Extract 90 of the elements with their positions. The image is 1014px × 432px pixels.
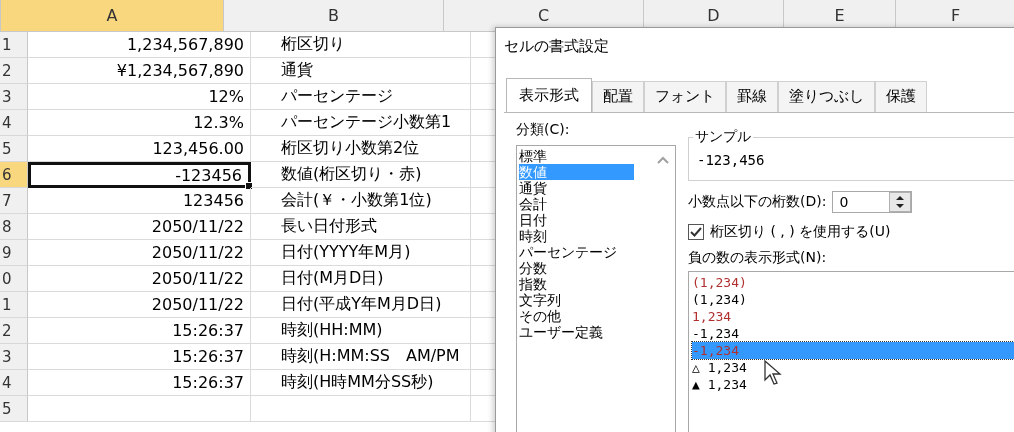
negative-format-text: (1,234) [692, 292, 747, 307]
row-header[interactable]: 4 [0, 370, 28, 396]
tab[interactable]: 罫線 [726, 81, 778, 112]
column-header[interactable]: A [1, 0, 224, 31]
category-item[interactable]: 通貨 [519, 180, 547, 196]
table-cell: 桁区切り小数第2位 [251, 136, 471, 162]
separator-checkbox-label[interactable]: 桁区切り ( , ) を使用する(U) [710, 223, 891, 241]
table-cell: -123456 [28, 162, 251, 188]
table-cell: 15:26:37 [28, 344, 251, 370]
negative-format-text: -1,234 [692, 343, 739, 358]
tab[interactable]: フォント [644, 81, 726, 112]
category-item[interactable]: 時刻 [519, 228, 547, 244]
table-cell: 2050/11/22 [28, 266, 251, 292]
row-header[interactable]: 1 [0, 292, 28, 318]
table-cell: 15:26:37 [28, 370, 251, 396]
negative-format-item[interactable]: (1,234) [692, 291, 1014, 308]
sample-label: サンプル [693, 128, 753, 146]
table-cell: 長い日付形式 [251, 214, 471, 240]
category-item[interactable]: ユーザー定義 [519, 324, 603, 340]
table-cell: 数値(桁区切り・赤) [251, 162, 471, 188]
table-cell: パーセンテージ小数第1 [251, 110, 471, 136]
category-item[interactable]: 指数 [519, 276, 547, 292]
table-cell: 会計(￥・小数第1位) [251, 188, 471, 214]
negative-format-item[interactable]: ▲ 1,234 [692, 376, 1014, 393]
table-cell: 時刻(HH:MM) [251, 318, 471, 344]
table-cell: 時刻(H:MM:SS AM/PM [251, 344, 471, 370]
mouse-cursor-icon [764, 360, 782, 386]
negative-format-item[interactable]: (1,234) [692, 274, 1014, 291]
table-cell: 123,456.00 [28, 136, 251, 162]
row-header[interactable]: 3 [0, 84, 28, 110]
table-cell: 桁区切り [251, 32, 471, 58]
table-cell: 2050/11/22 [28, 240, 251, 266]
table-cell: ¥1,234,567,890 [28, 58, 251, 84]
negative-format-text: △ 1,234 [692, 360, 747, 375]
category-item[interactable]: 文字列 [519, 292, 561, 308]
spinner-arrows-icon[interactable] [889, 192, 912, 212]
row-header[interactable]: 5 [0, 396, 28, 422]
row-header[interactable]: 9 [0, 240, 28, 266]
negative-format-text: (1,234) [692, 275, 747, 290]
decimals-spinner[interactable]: 0 [832, 191, 913, 213]
decimals-label: 小数点以下の桁数(D): [688, 193, 827, 211]
sample-value: -123,456 [697, 152, 766, 168]
category-list[interactable]: 標準 数値 通貨 会計 日付 時刻 パーセンテージ 分数 指数 文字列 その他 ユーザー定義 [516, 145, 676, 432]
row-header[interactable]: 6 [0, 162, 28, 188]
negative-format-item[interactable]: -1,234 [692, 325, 1014, 342]
dialog-title: セルの書式設定 [503, 36, 610, 57]
table-cell: 通貨 [251, 58, 471, 84]
tab[interactable]: 配置 [592, 81, 644, 112]
category-item[interactable]: パーセンテージ [519, 244, 617, 260]
negative-format-item[interactable]: △ 1,234 [692, 359, 1014, 376]
negative-format-text: -1,234 [692, 326, 739, 341]
row-header[interactable]: 4 [0, 110, 28, 136]
category-item[interactable]: その他 [519, 308, 561, 324]
tab[interactable]: 保護 [875, 81, 927, 112]
row-header[interactable]: 2 [0, 318, 28, 344]
negative-format-label: 負の数の表示形式(N): [688, 249, 828, 267]
table-cell: 2050/11/22 [28, 292, 251, 318]
category-label: 分類(C): [516, 121, 571, 139]
table-cell: 日付(M月D日) [251, 266, 471, 292]
category-item[interactable]: 会計 [519, 196, 547, 212]
row-header[interactable]: 5 [0, 136, 28, 162]
tab[interactable]: 表示形式 [506, 78, 592, 112]
fill-handle[interactable] [245, 182, 253, 190]
table-cell: 1,234,567,890 [28, 32, 251, 58]
category-item[interactable]: 標準 [519, 148, 547, 164]
row-header[interactable]: 3 [0, 344, 28, 370]
table-cell: 123456 [28, 188, 251, 214]
table-cell: 12% [28, 84, 251, 110]
table-cell: 日付(YYYY年M月) [251, 240, 471, 266]
negative-format-item[interactable]: 1,234 [692, 308, 1014, 325]
table-cell: 12.3% [28, 110, 251, 136]
row-header[interactable]: 8 [0, 214, 28, 240]
negative-format-text: ▲ 1,234 [692, 377, 747, 392]
category-item[interactable]: 分数 [519, 260, 547, 276]
negative-format-text: 1,234 [692, 309, 732, 324]
tab[interactable]: 塗りつぶし [778, 81, 875, 112]
row-header[interactable]: 7 [0, 188, 28, 214]
row-header[interactable]: 1 [0, 32, 28, 58]
table-cell: パーセンテージ [251, 84, 471, 110]
row-header[interactable]: 2 [0, 58, 28, 84]
scroll-up-icon[interactable] [657, 156, 669, 164]
checkbox[interactable] [688, 224, 704, 240]
table-cell: 15:26:37 [28, 318, 251, 344]
table-cell: 2050/11/22 [28, 214, 251, 240]
negative-format-list[interactable]: (1,234) (1,234) 1,234 -1,234 -1,234 △ 1,234 ▲ 1,234 [688, 271, 1014, 432]
table-cell: 日付(平成Y年M月D日) [251, 292, 471, 318]
category-item[interactable]: 日付 [519, 212, 547, 228]
column-header[interactable]: B [224, 0, 444, 31]
row-header[interactable]: 0 [0, 266, 28, 292]
table-cell: 時刻(H時MM分SS秒) [251, 370, 471, 396]
